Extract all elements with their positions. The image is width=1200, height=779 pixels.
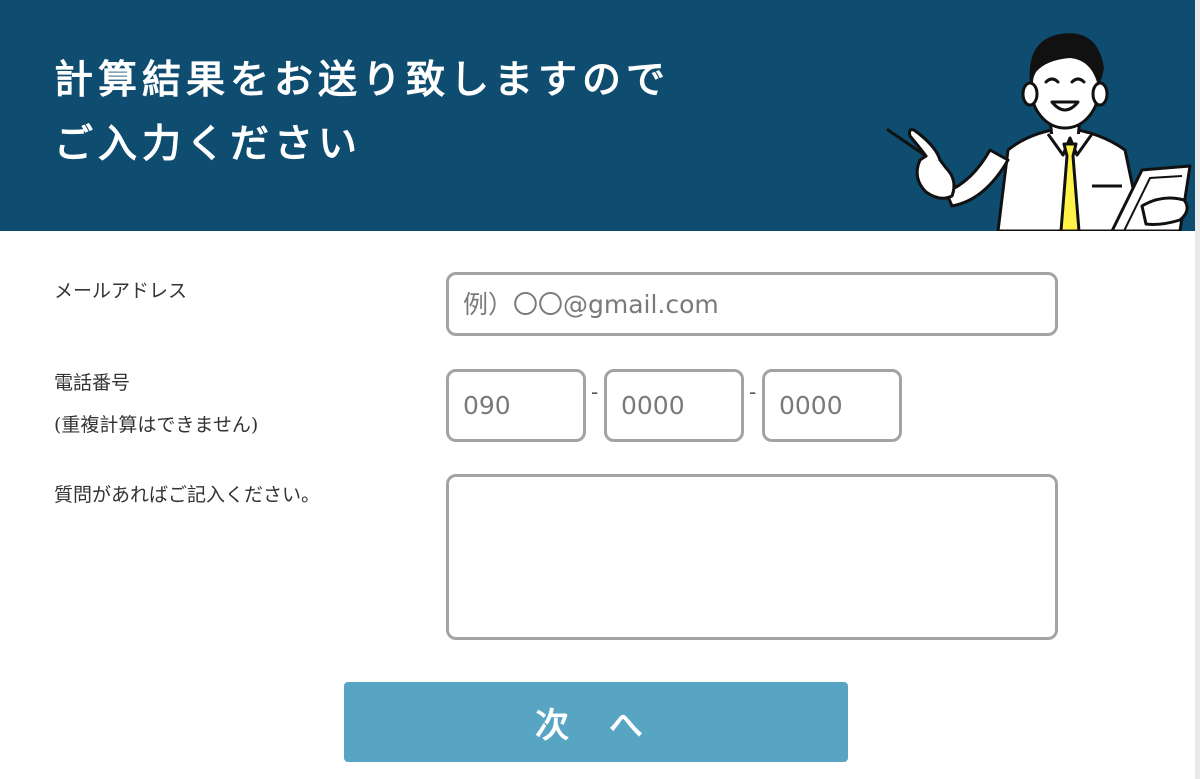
email-input[interactable] bbox=[446, 272, 1058, 336]
page-title: 計算結果をお送り致しますので ご入力ください bbox=[54, 48, 670, 176]
question-label: 質問があればご記入ください。 bbox=[54, 484, 321, 506]
page-header: 計算結果をお送り致しますので ご入力ください bbox=[0, 0, 1195, 231]
question-textarea[interactable] bbox=[446, 474, 1058, 640]
phone-part-3-input[interactable] bbox=[762, 369, 902, 442]
phone-part-1-input[interactable] bbox=[446, 369, 586, 442]
phone-label: 電話番号 bbox=[54, 372, 131, 394]
phone-separator-1: - bbox=[591, 380, 599, 404]
email-label: メールアドレス bbox=[54, 280, 188, 302]
page-right-edge bbox=[1195, 0, 1200, 779]
title-line-2: ご入力ください bbox=[54, 121, 363, 167]
title-line-1: 計算結果をお送り致しますので bbox=[54, 57, 671, 103]
phone-part-2-input[interactable] bbox=[604, 369, 744, 442]
phone-separator-2: - bbox=[749, 380, 757, 404]
next-button[interactable]: 次 へ bbox=[344, 682, 848, 762]
presenter-man-pointing-icon bbox=[886, 33, 1192, 231]
phone-note: (重複計算はできません) bbox=[54, 414, 259, 436]
